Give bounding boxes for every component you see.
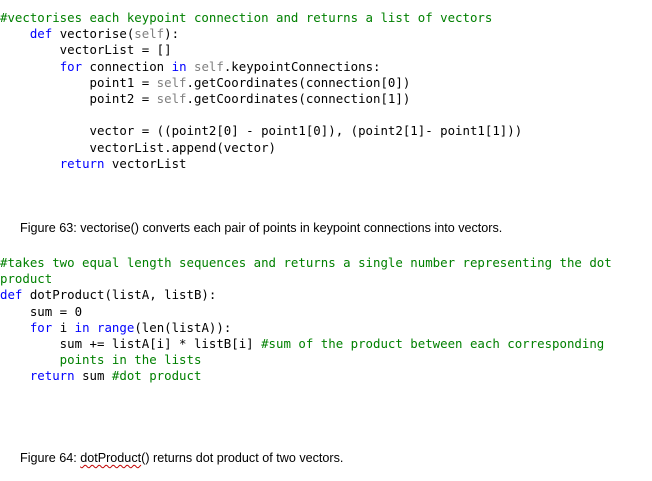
code-token: vectorList: [104, 155, 187, 171]
code-token: #dot product: [111, 368, 202, 384]
code-line: def dotProduct(listA, listB):: [0, 287, 652, 303]
code-token: self: [156, 74, 187, 90]
code-line: for i in range(len(listA)):: [0, 320, 652, 336]
code-token: vectorList = []: [0, 42, 172, 58]
figure-63-caption: Figure 63: vectorise() converts each pai…: [20, 221, 503, 235]
code-line: for connection in self.keypointConnectio…: [0, 59, 652, 75]
figure-64-suffix: () returns dot product of two vectors.: [141, 451, 344, 465]
code-token: point1 =: [0, 74, 157, 90]
code-token: .getCoordinates(connection[1]): [186, 90, 411, 106]
code-token: vector = ((point2[0] - point1[0]), (poin…: [0, 123, 523, 139]
code-token: self: [134, 26, 165, 42]
code-token: #sum of the product between each corresp…: [261, 335, 605, 351]
code-line: return sum #dot product: [0, 368, 652, 384]
code-block-vectorise: #vectorises each keypoint connection and…: [0, 10, 652, 172]
code-token: #takes two equal length sequences and re…: [0, 255, 612, 270]
figure-64-caption: Figure 64: dotProduct() returns dot prod…: [20, 451, 343, 465]
code-token: dotProduct(listA, listB):: [22, 287, 217, 303]
code-line: sum += listA[i] * listB[i] #sum of the p…: [0, 336, 652, 352]
code-line: #takes two equal length sequences and re…: [0, 255, 652, 271]
code-token: .getCoordinates(connection[0]): [186, 74, 411, 90]
code-token: i: [52, 319, 75, 335]
figure-64-prefix: Figure 64:: [20, 451, 81, 465]
code-token: self: [156, 90, 187, 106]
code-token: vectorList.append(vector): [0, 139, 277, 155]
code-token: range: [97, 319, 135, 335]
code-token: return: [59, 155, 105, 171]
code-token: def: [29, 26, 53, 42]
code-token: in: [171, 58, 187, 74]
code-line: vectorList = []: [0, 42, 652, 58]
code-line: sum = 0: [0, 304, 652, 320]
code-line: point1 = self.getCoordinates(connection[…: [0, 75, 652, 91]
code-token: self: [194, 58, 224, 74]
code-line: return vectorList: [0, 156, 652, 172]
code-line: #vectorises each keypoint connection and…: [0, 10, 652, 26]
code-token: #vectorises each keypoint connection and…: [0, 10, 493, 25]
code-token: for: [29, 319, 53, 335]
code-token: product: [0, 271, 53, 287]
code-token: def: [0, 287, 23, 303]
code-token: vectorise(: [52, 26, 135, 42]
code-token: for: [59, 58, 83, 74]
code-token: return: [29, 368, 75, 384]
code-token: .keypointConnections:: [223, 58, 381, 74]
code-line: product: [0, 271, 652, 287]
code-line: vector = ((point2[0] - point1[0]), (poin…: [0, 123, 652, 139]
dotproduct-spellcheck-word: dotProduct: [80, 451, 142, 465]
code-block-dotproduct: #takes two equal length sequences and re…: [0, 255, 652, 385]
code-token: sum: [74, 368, 112, 384]
code-token: in: [74, 319, 90, 335]
code-token: ):: [164, 26, 180, 42]
code-line: point2 = self.getCoordinates(connection[…: [0, 91, 652, 107]
code-token: (len(listA)):: [134, 319, 232, 335]
code-line: vectorList.append(vector): [0, 140, 652, 156]
code-token: sum = 0: [0, 303, 83, 319]
code-line: def vectorise(self):: [0, 26, 652, 42]
code-token: point2 =: [0, 90, 157, 106]
code-token: sum += listA[i] * listB[i]: [0, 335, 262, 351]
code-line: points in the lists: [0, 352, 652, 368]
code-token: points in the lists: [0, 352, 202, 368]
code-token: connection: [82, 58, 172, 74]
